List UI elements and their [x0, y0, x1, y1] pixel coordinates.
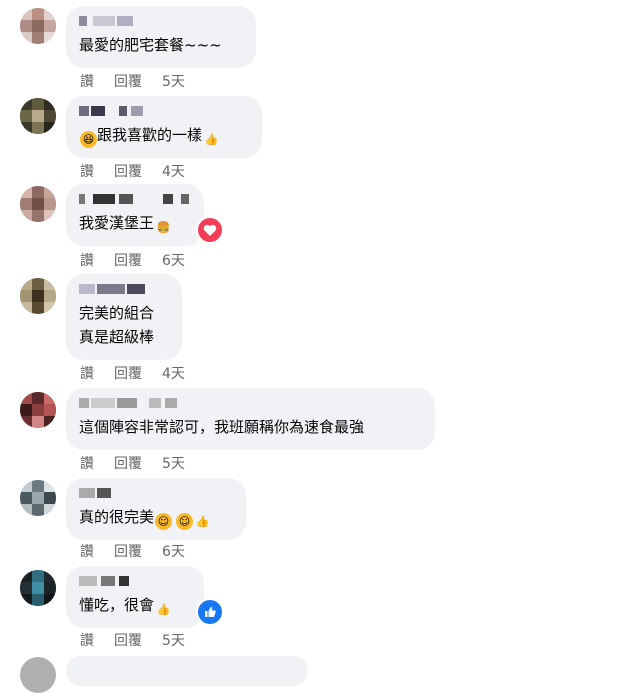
avatar[interactable] — [20, 186, 56, 222]
like-link[interactable]: 讚 — [80, 250, 114, 270]
commenter-name-blurred[interactable] — [79, 14, 243, 28]
reply-link[interactable]: 回覆 — [114, 250, 162, 270]
reply-link[interactable]: 回覆 — [114, 630, 162, 650]
comment-text: 跟我喜歡的一樣 — [97, 126, 203, 144]
avatar[interactable] — [20, 392, 56, 428]
commenter-name-blurred[interactable] — [79, 192, 191, 206]
comment-actions: 讚 回覆 5天 — [80, 630, 185, 650]
like-link[interactable]: 讚 — [80, 161, 114, 181]
comment-bubble: 真的很完美 ☺ ☺ 👍 — [66, 478, 246, 540]
reply-link[interactable]: 回覆 — [114, 161, 162, 181]
reply-link[interactable]: 回覆 — [114, 453, 162, 473]
like-link[interactable]: 讚 — [80, 71, 114, 91]
comment-text: 這個陣容非常認可，我班願稱你為速食最強 — [79, 418, 365, 436]
comment-actions: 讚 回覆 4天 — [80, 363, 185, 383]
comment-text: 真的很完美 — [79, 508, 155, 526]
commenter-name-blurred[interactable] — [79, 396, 422, 410]
comment-time[interactable]: 6天 — [162, 250, 185, 270]
avatar[interactable] — [20, 8, 56, 44]
comment-text: 懂吃，很會 — [79, 596, 155, 614]
comment-bubble: 這個陣容非常認可，我班願稱你為速食最強 — [66, 388, 435, 450]
comment-text-line-2: 真是超級棒 — [79, 328, 155, 346]
like-reaction-icon[interactable] — [196, 598, 224, 626]
like-link[interactable]: 讚 — [80, 363, 114, 383]
comment-text-line-1: 完美的組合 — [79, 304, 155, 322]
like-link[interactable]: 讚 — [80, 453, 114, 473]
reply-link[interactable]: 回覆 — [114, 363, 162, 383]
avatar[interactable] — [20, 98, 56, 134]
commenter-name-blurred[interactable] — [79, 486, 233, 500]
comment-time[interactable]: 5天 — [162, 453, 185, 473]
like-link[interactable]: 讚 — [80, 630, 114, 650]
comment-bubble: 懂吃，很會 👍 — [66, 566, 204, 628]
thumbs-up-emoji-icon: 👍 — [204, 133, 219, 146]
comment-actions: 讚 回覆 4天 — [80, 161, 185, 181]
commenter-name-blurred[interactable] — [79, 104, 249, 118]
comment-time[interactable]: 5天 — [162, 71, 185, 91]
like-link[interactable]: 讚 — [80, 541, 114, 561]
hamburger-emoji-icon: 🍔 — [156, 221, 171, 234]
heart-reaction-icon[interactable] — [196, 216, 224, 244]
comment-time[interactable]: 4天 — [162, 363, 185, 383]
rolling-laugh-emoji-icon: 😆 — [80, 131, 97, 148]
comment-text: 最愛的肥宅套餐~~~ — [79, 36, 222, 54]
comment-bubble: 完美的組合 真是超級棒 — [66, 274, 182, 360]
thumbs-up-emoji-icon: 👍 — [195, 515, 210, 528]
avatar[interactable] — [20, 278, 56, 314]
comment-bubble: 最愛的肥宅套餐~~~ — [66, 6, 256, 68]
comment-bubble-partial — [66, 656, 308, 686]
comment-bubble: 😆 跟我喜歡的一樣 👍 — [66, 96, 262, 158]
comment-time[interactable]: 6天 — [162, 541, 185, 561]
comment-time[interactable]: 5天 — [162, 630, 185, 650]
avatar[interactable] — [20, 570, 56, 606]
avatar[interactable] — [20, 657, 56, 693]
comment-text: 我愛漢堡王 — [79, 214, 155, 232]
smiling-face-emoji-icon: ☺ — [176, 513, 194, 530]
reply-link[interactable]: 回覆 — [114, 541, 162, 561]
reply-link[interactable]: 回覆 — [114, 71, 162, 91]
comment-time[interactable]: 4天 — [162, 161, 185, 181]
smiling-face-emoji-icon: ☺ — [155, 513, 173, 530]
comment-actions: 讚 回覆 5天 — [80, 453, 185, 473]
comment-actions: 讚 回覆 6天 — [80, 541, 185, 561]
thumbs-up-emoji-icon: 👍 — [156, 603, 171, 616]
comment-bubble: 我愛漢堡王 🍔 — [66, 184, 204, 246]
comment-actions: 讚 回覆 6天 — [80, 250, 185, 270]
comment-actions: 讚 回覆 5天 — [80, 71, 185, 91]
commenter-name-blurred[interactable] — [79, 574, 191, 588]
commenter-name-blurred[interactable] — [79, 282, 169, 296]
avatar[interactable] — [20, 480, 56, 516]
